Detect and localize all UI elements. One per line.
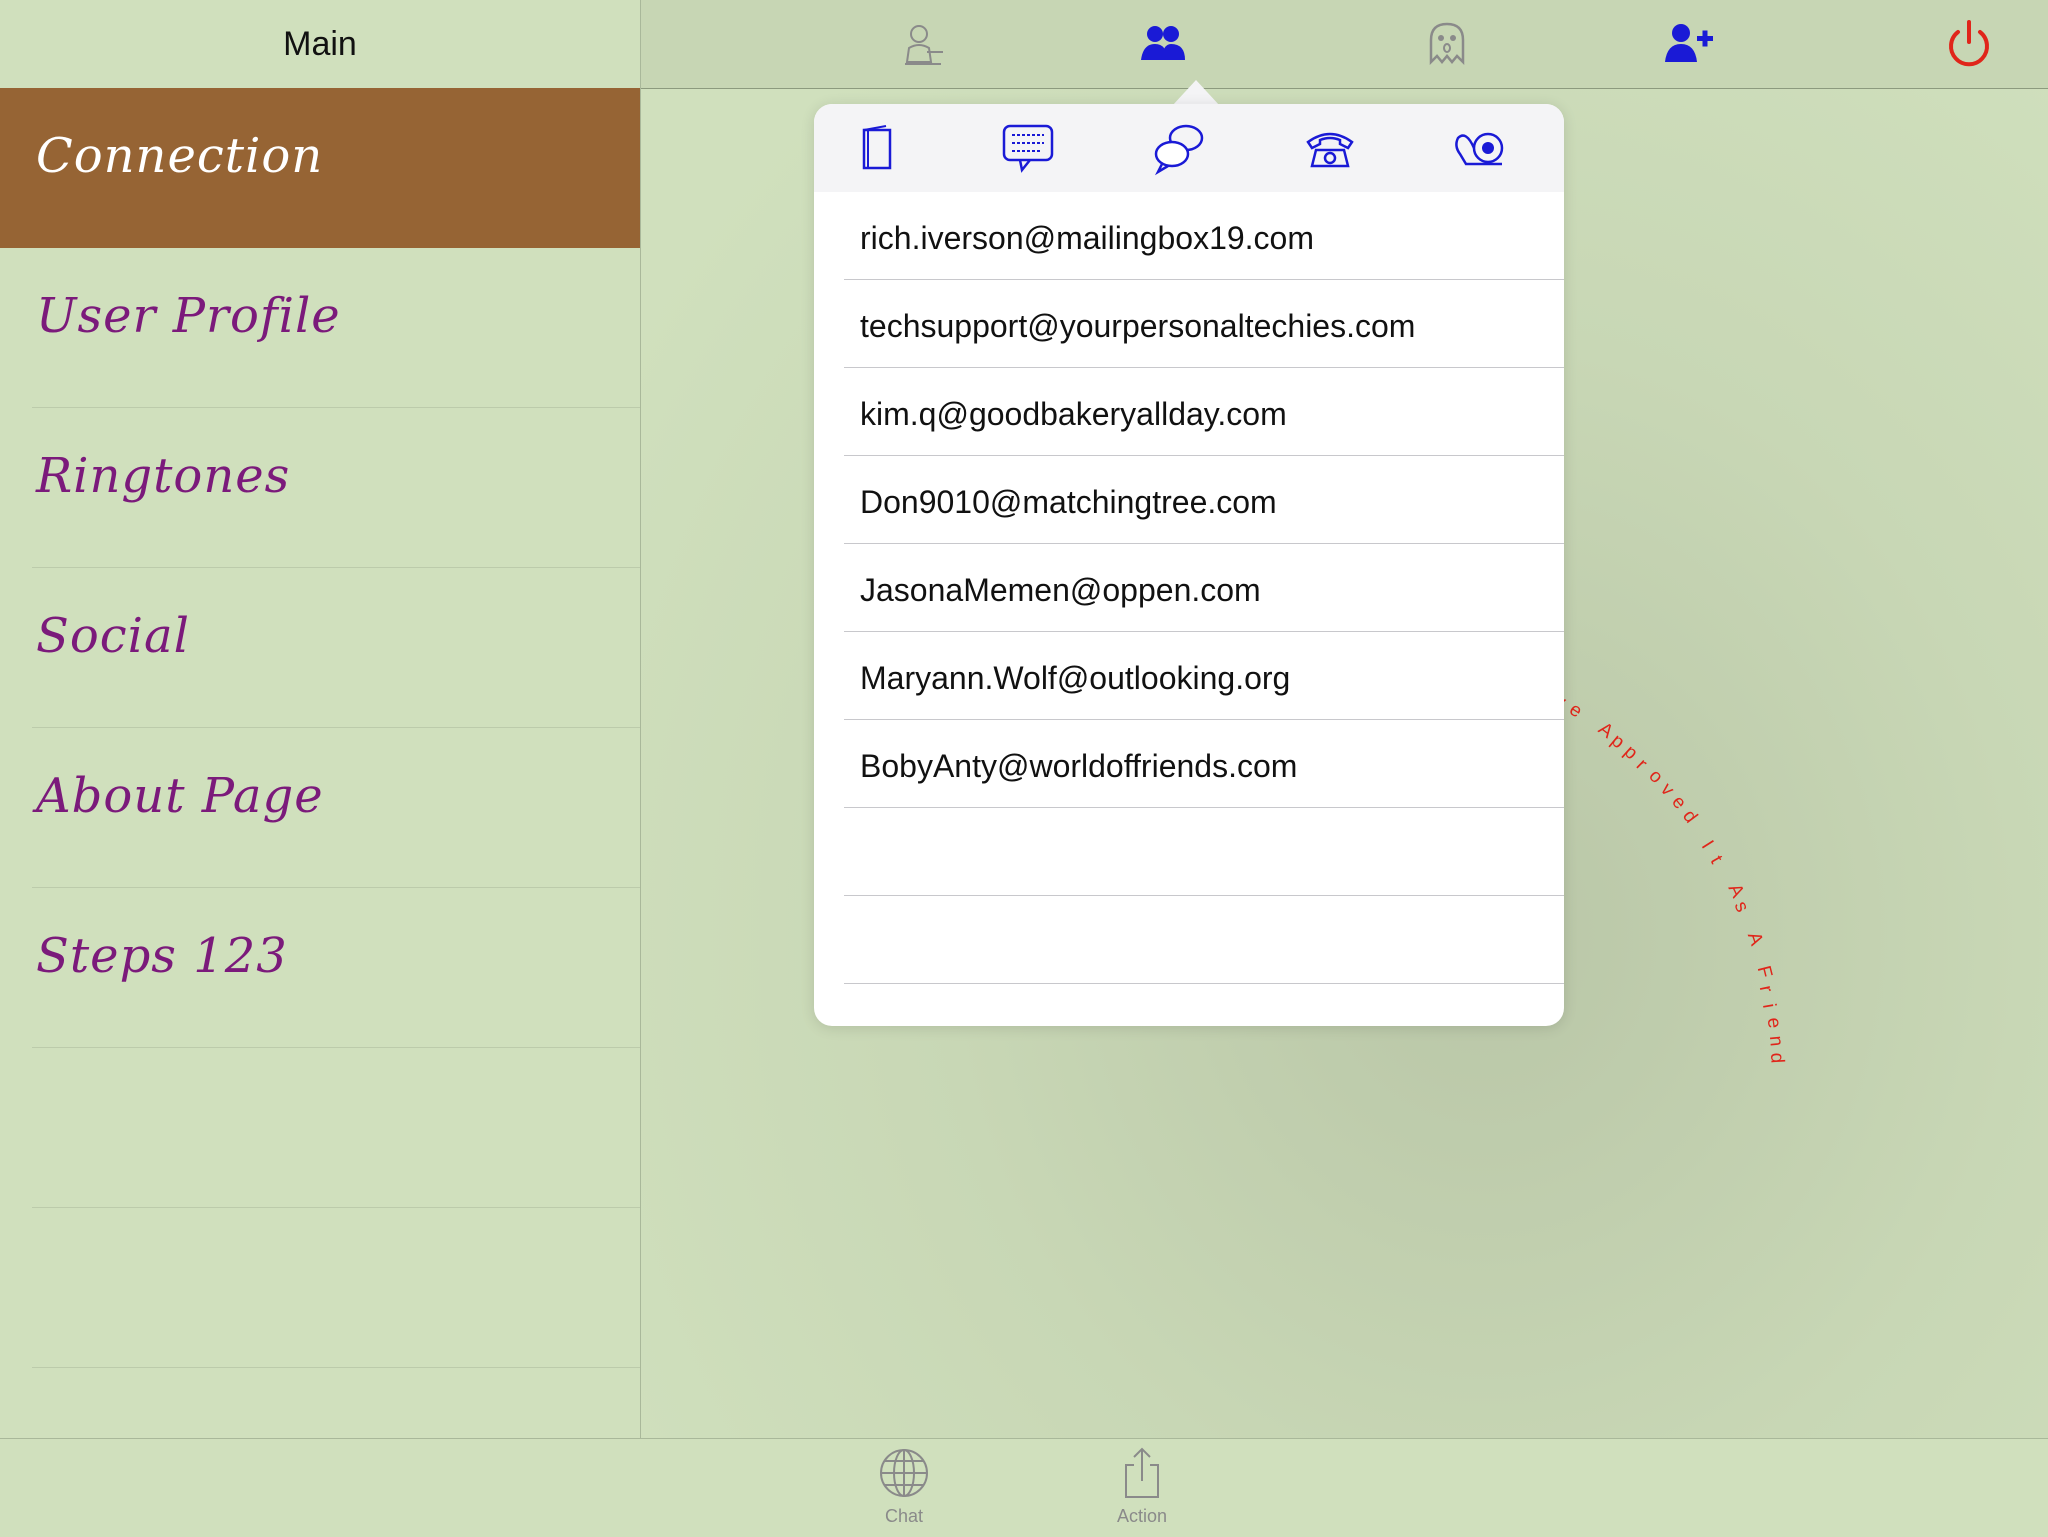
action-label: Action: [1116, 1506, 1168, 1526]
sidebar-item-label: Connection: [36, 128, 324, 184]
contacts-icon[interactable]: [1137, 18, 1189, 70]
arc-text-char: r: [1755, 983, 1777, 995]
contacts-popover: rich.iverson@mailingbox19.com techsuppor…: [814, 104, 1564, 1026]
waiter-icon[interactable]: [895, 18, 947, 70]
sidebar-item-label: User Profile: [36, 288, 341, 344]
power-icon[interactable]: [1943, 18, 1995, 70]
contact-email: techsupport@yourpersonaltechies.com: [860, 308, 1416, 344]
contact-email: JasonaMemen@oppen.com: [860, 572, 1261, 608]
chat-label: Chat: [884, 1506, 924, 1526]
sidebar-item-label: Social: [36, 608, 190, 664]
sidebar-item-ringtones[interactable]: Ringtones: [0, 408, 640, 568]
contact-row[interactable]: kim.q@goodbakeryallday.com: [814, 368, 1564, 456]
sidebar-item-label: Steps 123: [36, 928, 288, 984]
divider: [32, 1367, 640, 1368]
contact-email: BobyAnty@worldoffriends.com: [860, 748, 1298, 784]
book-icon[interactable]: [848, 120, 904, 176]
bottom-toolbar: Chat Action: [0, 1438, 2048, 1537]
message-icon[interactable]: [1000, 120, 1056, 176]
sidebar-item-steps-123[interactable]: Steps 123: [0, 888, 640, 1048]
sidebar-empty-row: [0, 1048, 640, 1208]
webcam-icon[interactable]: [1452, 120, 1508, 176]
sidebar: Main Connection User Profile Ringtones S…: [0, 0, 641, 1438]
arc-text-char: s: [1729, 898, 1753, 916]
arc-text-char: r: [1631, 754, 1652, 775]
add-user-icon[interactable]: [1663, 18, 1715, 70]
contact-row[interactable]: JasonaMemen@oppen.com: [814, 544, 1564, 632]
contact-email: Maryann.Wolf@outlooking.org: [860, 660, 1291, 696]
arc-text-char: e: [1762, 1016, 1786, 1030]
arc-text-char: t: [1705, 852, 1727, 868]
sidebar-item-social[interactable]: Social: [0, 568, 640, 728]
sidebar-empty-row: [0, 1208, 640, 1368]
contact-row-empty: [814, 896, 1564, 984]
arc-text-char: e: [1565, 698, 1586, 723]
share-icon: [1125, 1447, 1159, 1498]
contact-row[interactable]: BobyAnty@worldoffriends.com: [814, 720, 1564, 808]
contact-email: rich.iverson@mailingbox19.com: [860, 220, 1314, 256]
sidebar-item-about-page[interactable]: About Page: [0, 728, 640, 888]
arc-text-char: d: [1678, 806, 1702, 828]
sidebar-item-label: Ringtones: [36, 448, 291, 504]
contact-row[interactable]: Maryann.Wolf@outlooking.org: [814, 632, 1564, 720]
arc-text-char: n: [1764, 1034, 1787, 1047]
contact-row[interactable]: techsupport@yourpersonaltechies.com: [814, 280, 1564, 368]
arc-text-char: A: [1743, 929, 1768, 949]
arc-text-char: F: [1753, 964, 1777, 981]
popover-icon-bar: [814, 104, 1564, 192]
arc-text-char: i: [1757, 1002, 1779, 1011]
contact-email: Don9010@matchingtree.com: [860, 484, 1277, 520]
sidebar-item-connection[interactable]: Connection: [0, 88, 640, 248]
globe-icon: [880, 1449, 928, 1497]
sidebar-item-user-profile[interactable]: User Profile: [0, 248, 640, 408]
contact-row-empty: [814, 808, 1564, 896]
chat-button[interactable]: Chat: [844, 1447, 964, 1527]
contact-email: kim.q@goodbakeryallday.com: [860, 396, 1287, 432]
sidebar-item-label: About Page: [36, 768, 324, 824]
telephone-icon[interactable]: [1302, 120, 1358, 176]
top-toolbar: [641, 0, 2048, 89]
sidebar-title: Main: [0, 0, 640, 89]
arc-text-char: I: [1696, 837, 1717, 854]
chat-bubbles-icon[interactable]: [1152, 120, 1208, 176]
contact-row[interactable]: rich.iverson@mailingbox19.com: [814, 192, 1564, 280]
arc-text-char: d: [1766, 1052, 1788, 1064]
popover-arrow: [1172, 80, 1220, 106]
action-button[interactable]: Action: [1082, 1447, 1202, 1527]
contact-row[interactable]: Don9010@matchingtree.com: [814, 456, 1564, 544]
ghost-icon[interactable]: [1421, 18, 1473, 70]
arc-text-char: A: [1723, 880, 1748, 901]
divider: [844, 983, 1564, 984]
